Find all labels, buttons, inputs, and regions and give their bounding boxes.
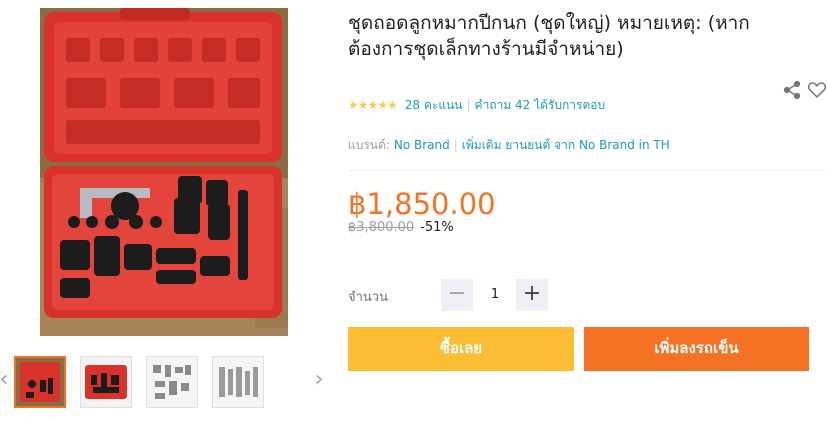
original-price: ฿3,800.00 [348, 220, 415, 235]
buy-now-button[interactable]: ซื้อเลย [348, 327, 574, 371]
add-to-cart-button[interactable]: เพิ่มลงรถเข็น [584, 327, 809, 371]
product-gallery: ‹ › [0, 0, 330, 425]
brand-label: แบรนด์: [348, 137, 390, 152]
thumbnail-strip: ‹ › [0, 344, 330, 420]
quantity-decrease-button[interactable]: − [441, 279, 473, 311]
questions-link[interactable]: คำถาม 42 ได้รับการตอบ [475, 96, 606, 115]
discount-badge: -51% [420, 220, 454, 235]
ratings-link[interactable]: 28 คะแนน [405, 96, 463, 115]
brand-row: แบรนด์: No Brand | เพิ่มเติม ยานยนต์ จาก… [348, 136, 670, 154]
original-price-row: ฿3,800.00 -51% [348, 220, 454, 235]
heart-icon[interactable] [807, 80, 827, 100]
quantity-label: จำนวน [348, 290, 388, 305]
brand-separator: | [453, 138, 458, 152]
thumbnail-1[interactable] [14, 356, 66, 408]
thumbnail-2[interactable] [80, 356, 132, 408]
rating-stars: ★★★★★ [348, 98, 398, 112]
product-page: ‹ › ชุดถอดลูกหมากปีกนก (ชุดใหญ่) หมายเหต… [0, 0, 828, 425]
main-product-image[interactable] [40, 8, 288, 336]
thumbnail-prev-arrow[interactable]: ‹ [0, 366, 12, 394]
quantity-input[interactable]: 1 [474, 279, 516, 311]
current-price: ฿1,850.00 [348, 187, 496, 221]
more-from-brand-link[interactable]: เพิ่มเติม ยานยนต์ จาก No Brand in TH [462, 136, 670, 155]
thumbnail-4[interactable] [212, 356, 264, 408]
section-divider [348, 170, 826, 171]
quantity-increase-button[interactable]: + [516, 279, 548, 311]
product-info: ชุดถอดลูกหมากปีกนก (ชุดใหญ่) หมายเหตุ: (… [348, 0, 828, 425]
share-icon[interactable] [782, 80, 802, 100]
brand-link[interactable]: No Brand [394, 138, 450, 152]
product-title: ชุดถอดลูกหมากปีกนก (ชุดใหญ่) หมายเหตุ: (… [348, 12, 750, 60]
thumbnail-next-arrow[interactable]: › [311, 366, 327, 394]
rating-separator: | [466, 98, 471, 112]
rating-row: ★★★★★ 28 คะแนน | คำถาม 42 ได้รับการตอบ [348, 96, 605, 114]
thumbnail-3[interactable] [146, 356, 198, 408]
